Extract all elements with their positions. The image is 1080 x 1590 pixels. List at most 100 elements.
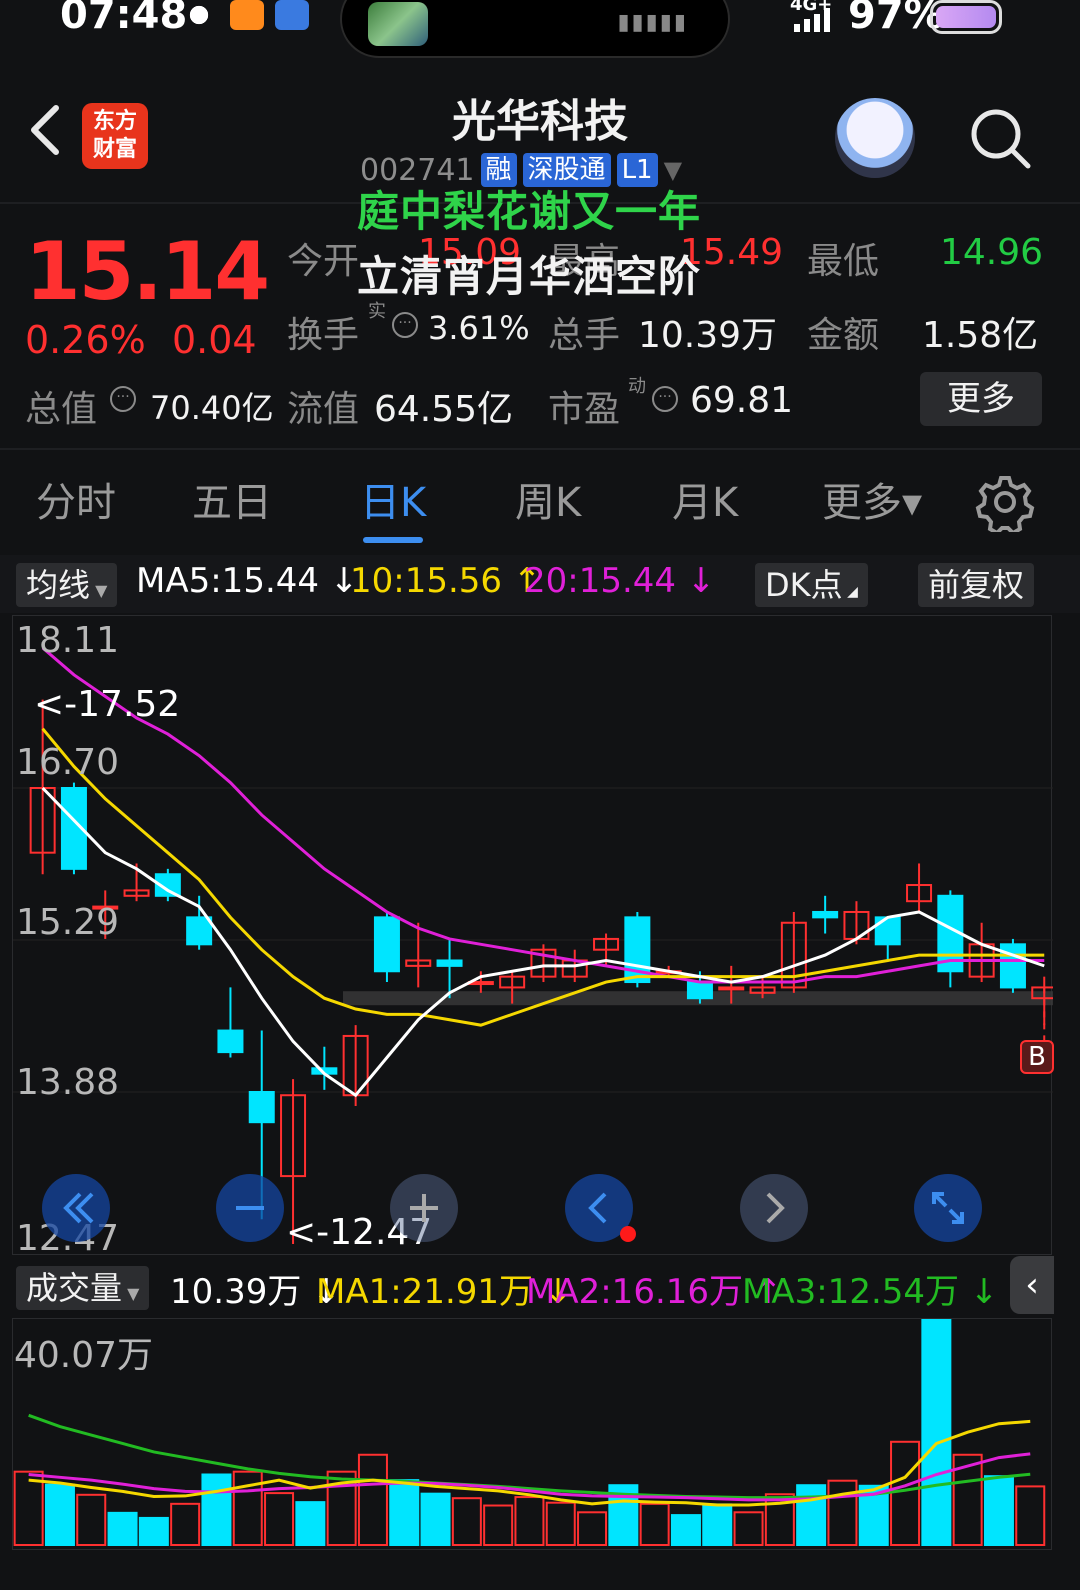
candle [812,895,839,934]
candle [968,922,995,983]
zoom-in-button[interactable] [390,1174,458,1242]
scroll-right-button[interactable] [740,1174,808,1242]
float-label: 流值 [287,389,360,430]
candle-body [812,910,839,919]
turnover-label: 换手 [287,315,360,356]
volume-bar [983,1475,1014,1546]
volume-bar [639,1502,670,1547]
zoom-out-button[interactable] [216,1174,284,1242]
amount-value: 1.58亿 [922,315,1039,356]
dk-button[interactable]: DK点 ◢ [755,563,868,607]
float-value: 64.55亿 [374,389,514,430]
volume-selector-label: 成交量 [26,1269,123,1307]
candle [530,944,557,983]
volume-bar [733,1511,764,1546]
ma20-readout: 20:15.44 ↓ [524,561,716,601]
candle-body [718,986,745,991]
candle [311,1046,338,1090]
tab-five-day[interactable]: 五日 [192,470,272,528]
volume-bar [138,1516,169,1547]
audio-wave-icon: ▮▮▮▮▮ [617,10,688,35]
volume-bar [577,1511,608,1546]
volume-y-tick: 40.07万 [14,1335,154,1376]
volume-bar [921,1318,952,1546]
corner-icon: ◢ [842,584,858,600]
buy-signal-marker[interactable]: B [1020,1040,1054,1074]
pe-value: 69.81 [690,380,794,421]
notification-icon [182,0,216,30]
chevron-right-icon [766,1192,785,1224]
more-quote-button[interactable]: 更多 [920,372,1042,426]
candle [29,699,56,875]
lyric-line-2: 立清宵月华洒空阶 [357,252,702,301]
collapse-panel-button[interactable]: ‹ [1010,1256,1054,1314]
volume-bar [702,1503,733,1546]
volume-bar [44,1483,75,1546]
y-tick: 18.11 [16,620,120,661]
status-time: 07:48 [60,0,188,38]
tab-weekly-k[interactable]: 周K [515,470,581,528]
search-icon[interactable] [968,106,1034,172]
scroll-left-fast-button[interactable] [42,1174,110,1242]
volume-bar [796,1484,827,1547]
volume-bar [389,1479,420,1546]
low-label: 最低 [807,241,880,282]
turnover-value: 3.61% [428,309,530,347]
y-tick: 16.70 [16,742,120,783]
amount-label: 金额 [807,315,880,356]
volume-bar [264,1492,295,1547]
change-percent: 0.26% [25,318,146,362]
volume-svg [13,1318,1046,1547]
indicator-selector-label: 均线 [26,566,91,604]
candle [999,938,1026,993]
expand-icon [932,1192,964,1224]
minus-icon [236,1206,264,1210]
status-bar: 07:48 ▮▮▮▮▮ 4G+ 97% [0,0,1080,70]
vol-ma3-readout: MA3:12.54万 ↓ [742,1272,999,1312]
tab-more[interactable]: 更多▾ [822,470,922,528]
volume-bar [295,1501,326,1546]
caret-down-icon: ▼ [90,581,108,600]
chevron-left-icon: ‹ [1025,1265,1039,1305]
volume-bar [107,1511,138,1546]
y-tick: 15.29 [16,902,120,943]
dynamic-island[interactable]: ▮▮▮▮▮ [340,0,730,58]
period-tabs: 分时 五日 日K 周K 月K 更多▾ [0,470,1080,550]
tab-daily-k[interactable]: 日K [360,470,426,528]
tab-monthly-k[interactable]: 月K [672,470,738,528]
gear-icon[interactable] [975,472,1035,532]
pe-label: 市盈 [548,389,621,430]
candle-body [248,1091,275,1124]
tab-intraday[interactable]: 分时 [36,470,116,528]
dk-button-label: DK点 [765,566,843,604]
volume-bar [514,1496,545,1547]
volume-bar [483,1504,514,1546]
volume-bar [201,1473,232,1547]
ma10-readout: 10:15.56 ↑ [350,561,542,601]
y-tick: 13.88 [16,1062,120,1103]
candle-body [436,959,463,967]
indicator-selector[interactable]: 均线 ▼ [16,563,118,607]
candle [906,863,933,912]
candle [217,987,244,1058]
fullscreen-button[interactable] [914,1174,982,1242]
pe-sup: 动 [628,376,646,397]
media-thumbnail [368,2,428,46]
plus-icon [410,1194,438,1222]
vol-ma2-line [28,1452,1031,1502]
assistant-avatar[interactable] [835,98,915,178]
info-icon[interactable]: ··· [392,312,418,338]
volume-chart[interactable] [12,1318,1052,1550]
battery-icon [930,0,1002,34]
divider [0,448,1080,450]
high-marker: <-17.52 [34,684,181,725]
volume-value: 10.39万 [638,315,778,356]
info-icon[interactable]: ··· [652,386,678,412]
double-chevron-left-icon [63,1192,94,1224]
volume-selector[interactable]: 成交量 ▼ [16,1266,150,1310]
caret-down-icon: ▼ [122,1284,140,1303]
adjust-button[interactable]: 前复权 [918,563,1035,607]
info-icon[interactable]: ··· [110,386,136,412]
change-amount: 0.04 [172,318,257,362]
candle-body [217,1029,244,1054]
